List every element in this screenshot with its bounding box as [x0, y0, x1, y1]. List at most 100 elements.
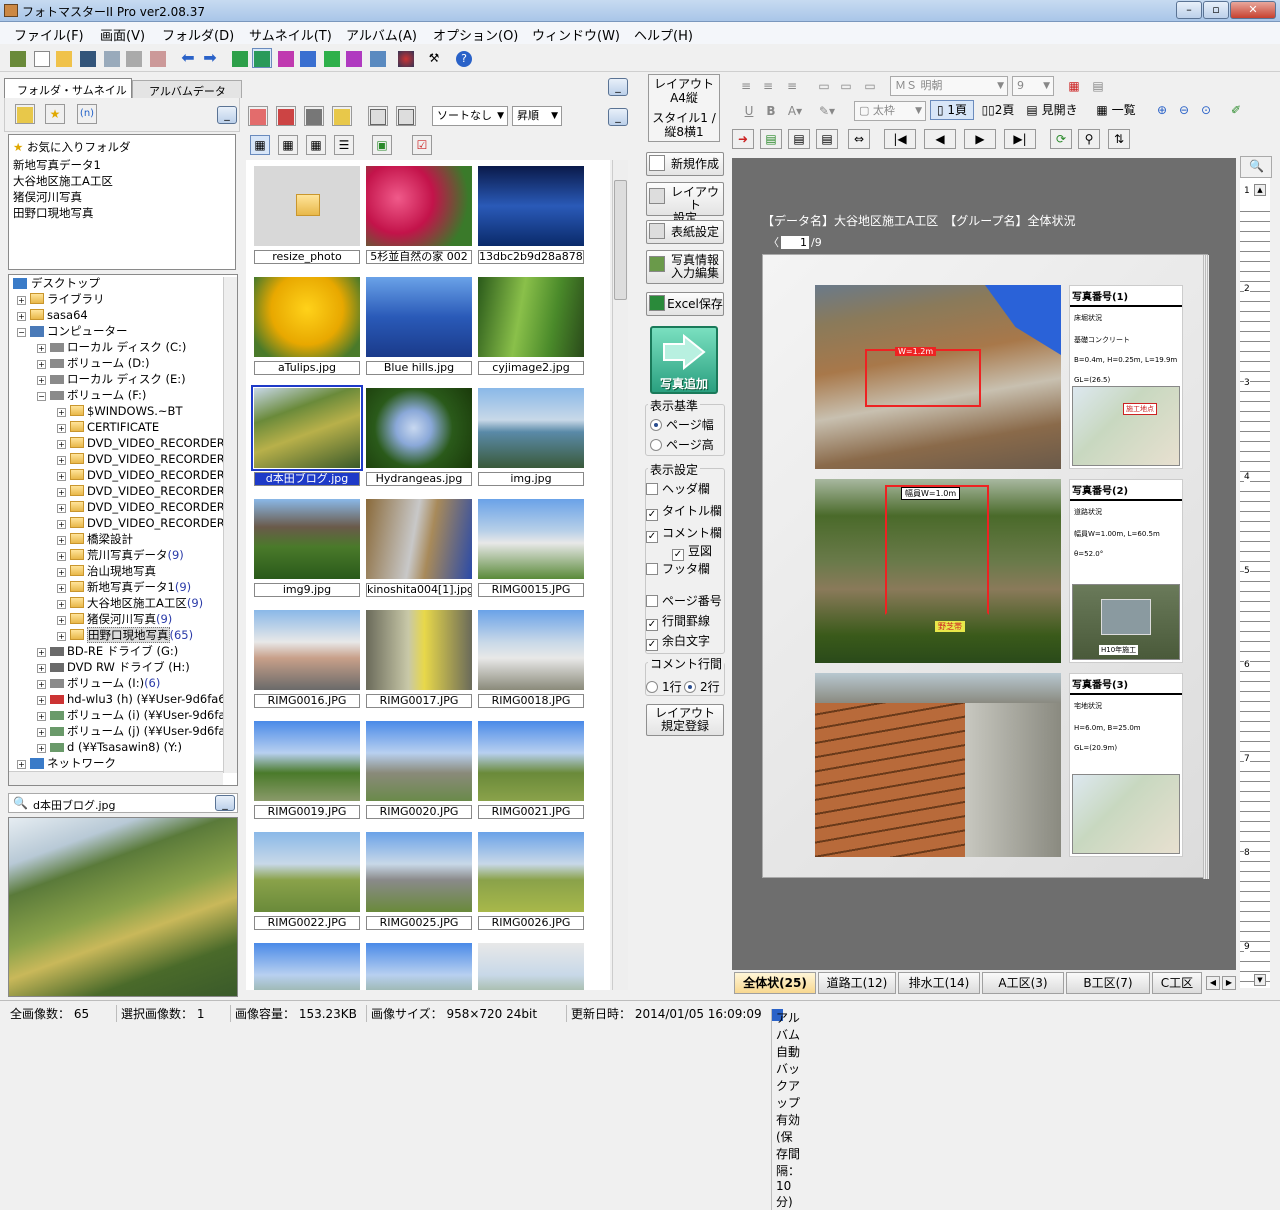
- insert-up-icon[interactable]: ▤: [788, 129, 810, 149]
- tab-b-section[interactable]: B工区(7): [1066, 972, 1150, 994]
- favorite-item[interactable]: 猪俣河川写真: [13, 189, 82, 205]
- preview-icon[interactable]: [102, 48, 122, 68]
- menu-option[interactable]: オプション(O): [433, 25, 518, 44]
- tree-item[interactable]: + DVD_VIDEO_RECORDER6: [57, 515, 232, 531]
- excel-save-button[interactable]: Excel保存: [646, 292, 724, 316]
- move-icon[interactable]: ⇔: [848, 129, 870, 149]
- font-color-icon[interactable]: A▾: [782, 101, 808, 121]
- tree-item[interactable]: + 新地写真データ1(9): [57, 579, 191, 595]
- thumbnail[interactable]: img9.jpg: [252, 497, 362, 599]
- favorite-item[interactable]: 新地写真データ1: [13, 157, 101, 173]
- zoom-out-icon[interactable]: ⊖: [1174, 100, 1194, 120]
- next-page-icon[interactable]: ▶: [964, 129, 996, 149]
- layout-6-icon[interactable]: [344, 48, 364, 68]
- layout-4-icon[interactable]: [298, 48, 318, 68]
- tab-c-section[interactable]: C工区: [1152, 972, 1202, 994]
- tree-item[interactable]: + ボリューム (j) (¥¥User-9d6fa66: [37, 723, 237, 739]
- thumbnail[interactable]: RIMG0017.JPG: [364, 608, 474, 710]
- close-button[interactable]: ✕: [1230, 1, 1276, 19]
- page-width-radio[interactable]: ページ幅: [650, 416, 714, 432]
- thumbnail[interactable]: 13dbc2b9d28a878ba: [476, 164, 586, 266]
- pen-icon[interactable]: ✐: [1226, 100, 1246, 120]
- menu-album[interactable]: アルバム(A): [346, 25, 417, 44]
- page-number-checkbox[interactable]: ページ番号: [646, 592, 722, 608]
- menu-file[interactable]: ファイル(F): [14, 25, 84, 44]
- medium-icons-icon[interactable]: ▦: [278, 135, 298, 155]
- tree-item[interactable]: + BD-RE ドライブ (G:): [37, 643, 178, 659]
- thumbnail-selected[interactable]: d本田ブログ.jpg: [251, 385, 363, 488]
- tree-item[interactable]: + ローカル ディスク (E:): [37, 371, 186, 387]
- tree-item[interactable]: + DVD_VIDEO_RECORDER2: [57, 451, 232, 467]
- cover-settings-button[interactable]: 表紙設定: [646, 220, 724, 244]
- edit-icon[interactable]: [304, 106, 324, 126]
- page-height-radio[interactable]: ページ高: [650, 436, 714, 452]
- favorites-minimize-button[interactable]: _: [217, 106, 237, 124]
- one-row-radio[interactable]: 1行: [646, 678, 682, 694]
- new-button[interactable]: 新規作成: [646, 152, 724, 176]
- tab-scroll-right[interactable]: ▶: [1222, 976, 1236, 990]
- tree-item[interactable]: + 荒川写真データ(9): [57, 547, 184, 563]
- tree-item[interactable]: + 猪俣河川写真(9): [57, 611, 172, 627]
- align-right-icon[interactable]: ≡: [782, 76, 802, 96]
- tree-item[interactable]: + DVD_VIDEO_RECORDER: [57, 435, 225, 451]
- large-icons-icon[interactable]: ▦: [250, 135, 270, 155]
- web-icon[interactable]: [396, 48, 416, 68]
- tree-item[interactable]: + ライブラリ: [17, 291, 105, 307]
- tree-item[interactable]: + DVD_VIDEO_RECORDER5: [57, 499, 232, 515]
- thumbnail[interactable]: RIMG0021.JPG: [476, 719, 586, 821]
- forward-arrow-icon[interactable]: ➡: [200, 48, 220, 68]
- thumbnail[interactable]: RIMG0019.JPG: [252, 719, 362, 821]
- maximize-button[interactable]: ▫: [1203, 1, 1229, 19]
- tree-item[interactable]: + CERTIFICATE: [57, 419, 159, 435]
- row-lines-checkbox[interactable]: ✓ 行間罫線: [646, 612, 710, 631]
- sort-icon[interactable]: ⇅: [1108, 129, 1130, 149]
- tab-drainage[interactable]: 排水工(14): [898, 972, 980, 994]
- thumbnail[interactable]: 5杉並自然の家 002: [364, 164, 474, 266]
- add-favorite-icon[interactable]: [15, 104, 35, 124]
- tree-item[interactable]: + $WINDOWS.~BT: [57, 403, 182, 419]
- add-photo-button[interactable]: 写真追加: [650, 326, 718, 394]
- tree-hscroll[interactable]: [9, 771, 223, 785]
- frame-select[interactable]: ▢ 太枠 ▼: [854, 101, 926, 121]
- thumb-scroll-thumb[interactable]: [614, 180, 627, 300]
- back-arrow-icon[interactable]: ⬅: [178, 48, 198, 68]
- photo-info-button[interactable]: 写真情報 入力編集: [646, 250, 724, 284]
- pane-minimize-button[interactable]: _: [608, 78, 628, 96]
- preview-minimize-button[interactable]: _: [215, 795, 235, 811]
- thumbnail[interactable]: resize_photo: [252, 164, 362, 266]
- layout-settings-button[interactable]: レイアウト 設定: [646, 182, 724, 225]
- menu-folder[interactable]: フォルダ(D): [162, 25, 234, 44]
- align-center-icon[interactable]: ≡: [758, 76, 778, 96]
- insert-right-icon[interactable]: ➜: [732, 129, 754, 149]
- refresh-icon[interactable]: ⟳: [1050, 129, 1072, 149]
- tree-vscroll[interactable]: [223, 277, 237, 773]
- save-icon[interactable]: [78, 48, 98, 68]
- small-icons-icon[interactable]: ▦: [306, 135, 326, 155]
- map-checkbox[interactable]: ✓ 豆図: [672, 542, 712, 561]
- name-icon[interactable]: (n): [77, 104, 97, 124]
- exit-icon[interactable]: [8, 48, 28, 68]
- first-page-icon[interactable]: |◀: [884, 129, 916, 149]
- thumbnail[interactable]: cyjimage2.jpg: [476, 275, 586, 377]
- highlight-icon[interactable]: ✎▾: [812, 101, 842, 121]
- open-folder-icon[interactable]: [54, 48, 74, 68]
- footer-checkbox[interactable]: フッタ欄: [646, 560, 710, 576]
- thumbnail[interactable]: RIMG0016.JPG: [252, 608, 362, 710]
- thumb-minimize-button[interactable]: _: [608, 108, 628, 126]
- one-page-button[interactable]: ▯ 1頁: [930, 100, 974, 120]
- order-select[interactable]: 昇順 ▼: [512, 106, 562, 126]
- find-icon[interactable]: ⚲: [1078, 129, 1100, 149]
- insert-page-icon[interactable]: ▤: [760, 129, 782, 149]
- photo-3[interactable]: [815, 673, 1061, 857]
- font-select[interactable]: ＭＳ 明朝 ▼: [890, 76, 1008, 96]
- tree-item[interactable]: + DVD RW ドライブ (H:): [37, 659, 190, 675]
- zoom-in-icon[interactable]: ⊕: [1152, 100, 1172, 120]
- ruler-down-button[interactable]: ▼: [1254, 974, 1266, 986]
- menu-help[interactable]: ヘルプ(H): [634, 25, 693, 44]
- delete-icon[interactable]: [248, 106, 268, 126]
- tree-item[interactable]: デスクトップ: [13, 275, 100, 291]
- tree-item[interactable]: + ローカル ディスク (C:): [37, 339, 186, 355]
- thumbnail[interactable]: Hydrangeas.jpg: [364, 386, 474, 488]
- tree-item[interactable]: + d (¥¥Tsasawin8) (Y:): [37, 739, 182, 755]
- star-icon[interactable]: ★: [45, 104, 65, 124]
